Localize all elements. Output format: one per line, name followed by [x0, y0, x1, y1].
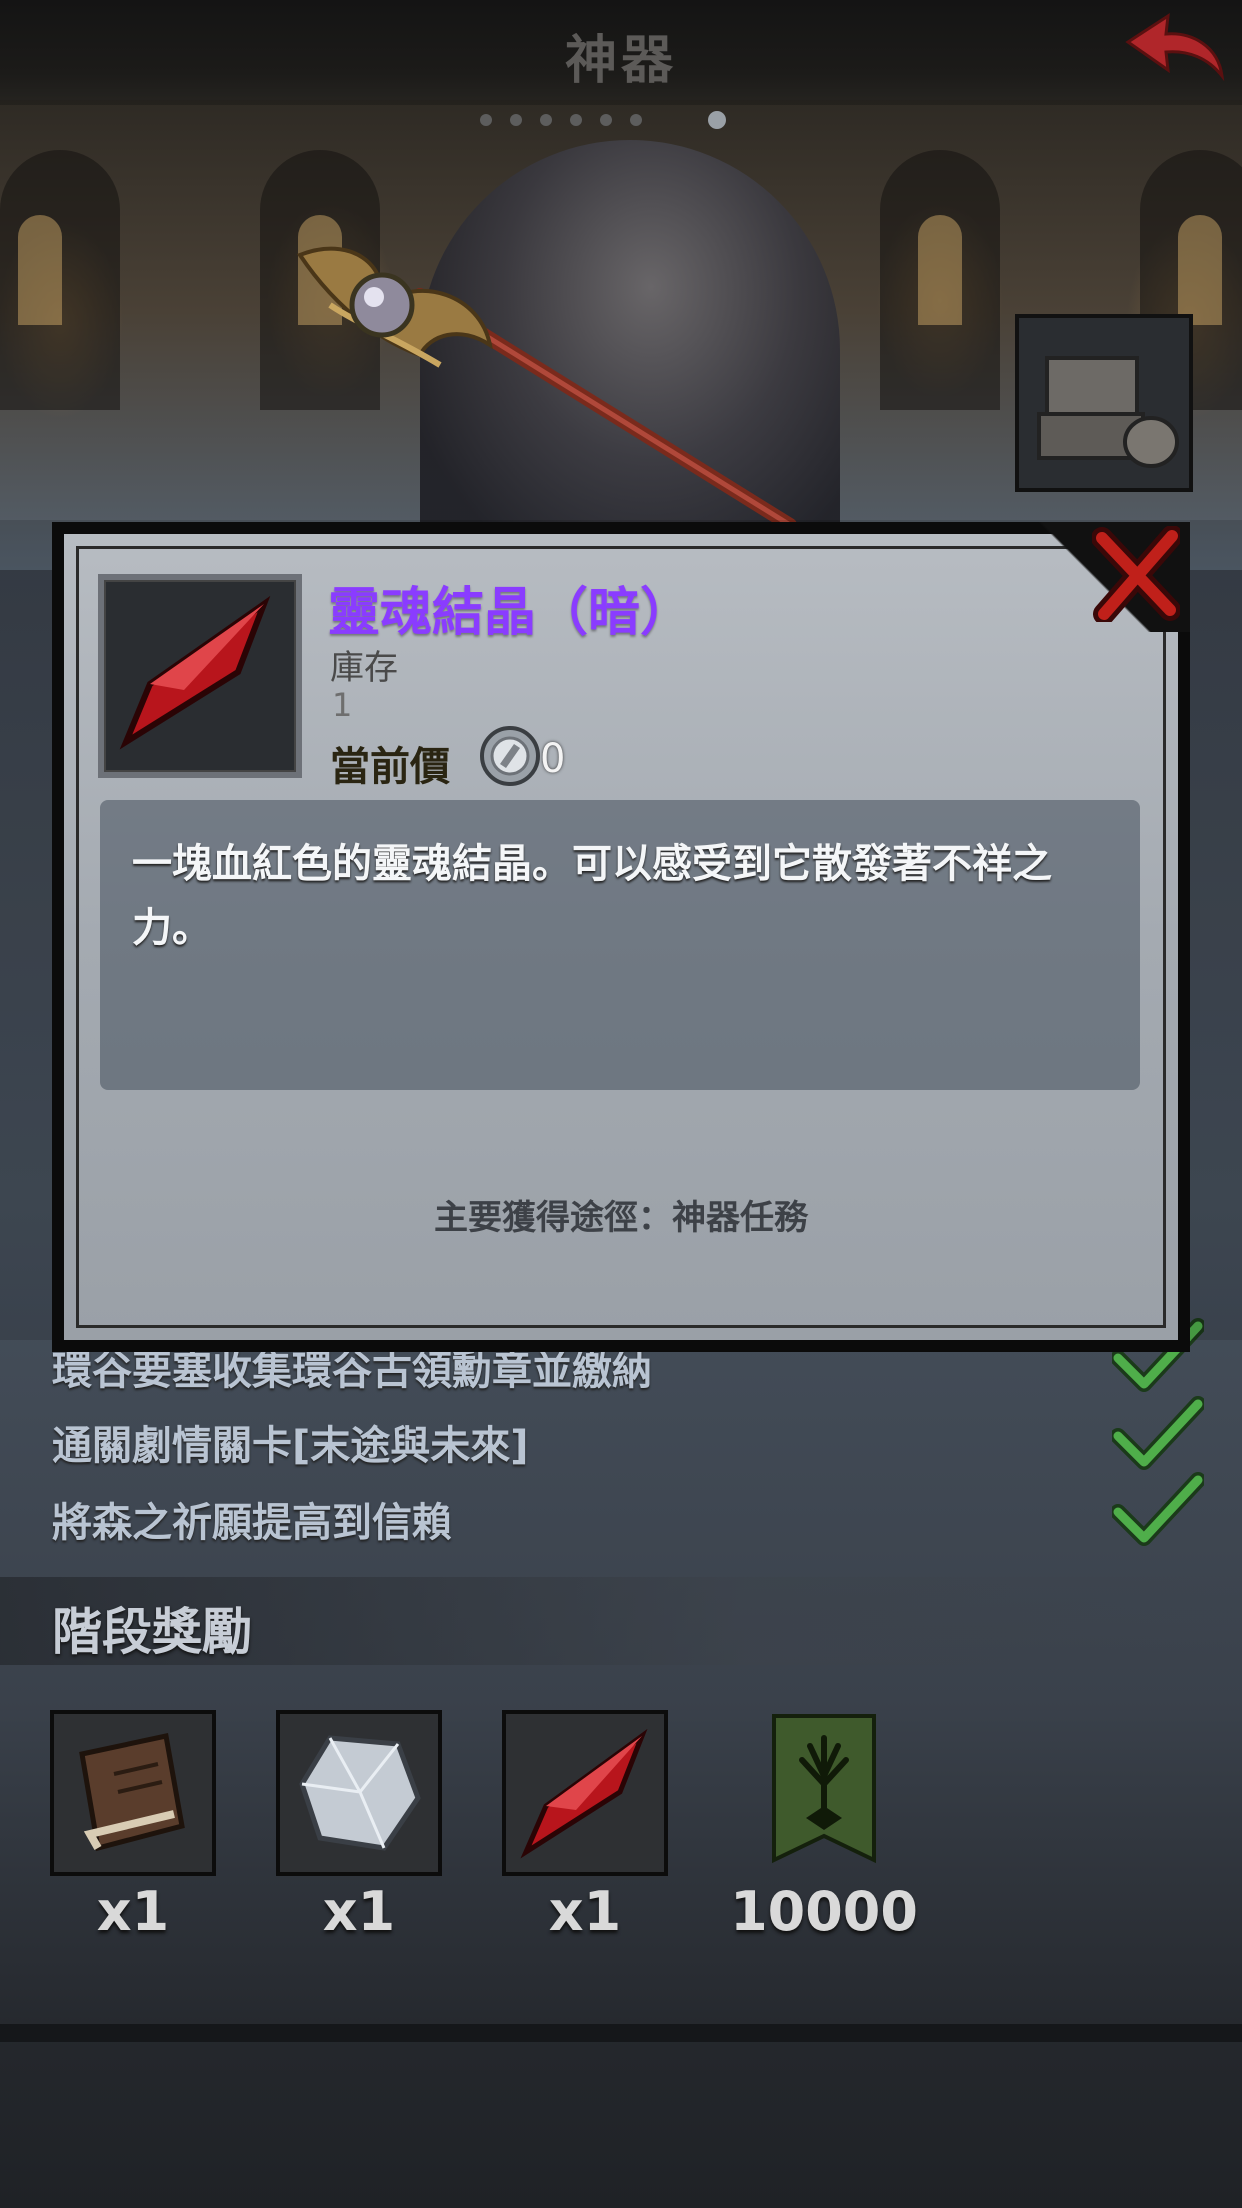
page-dot: [480, 114, 492, 126]
page-dot: [600, 114, 612, 126]
price-value: 0: [540, 736, 566, 782]
hall-window: [18, 215, 62, 325]
page-title: 神器: [564, 31, 677, 91]
reward-count: x1: [322, 1880, 396, 1943]
checkmark-icon: [1112, 1396, 1204, 1470]
bottom-bar: [0, 2024, 1242, 2042]
item-source: 主要獲得途徑：神器任務: [434, 1198, 808, 1238]
item-name: 靈魂結晶（暗）: [328, 583, 693, 643]
checkmark-icon: [1112, 1472, 1204, 1546]
treasure-chest-button[interactable]: [1015, 314, 1193, 492]
back-arrow-icon[interactable]: [1122, 6, 1232, 82]
stock-label: 庫存: [330, 648, 398, 688]
page-dot: [570, 114, 582, 126]
reward-slot[interactable]: [502, 1710, 668, 1876]
tree-banner-icon: [772, 1714, 876, 1864]
leather-book-icon: [79, 1733, 185, 1852]
reward-count: 10000: [730, 1880, 918, 1943]
reward-slot[interactable]: [50, 1710, 216, 1876]
white-crystal-icon: [299, 1735, 421, 1851]
reward-slot[interactable]: [772, 1714, 876, 1864]
artifact-staff-image: [296, 246, 797, 532]
page-dot: [540, 114, 552, 126]
page-dot-active: [708, 111, 726, 129]
condition-text: 將森之祈願提高到信賴: [52, 1500, 452, 1546]
close-icon[interactable]: [1092, 526, 1180, 622]
page-indicator: [470, 108, 730, 132]
rewards-title: 階段獎勵: [52, 1603, 252, 1661]
page-dot: [630, 114, 642, 126]
hall-window: [1178, 215, 1222, 325]
red-crystal-icon: [520, 1728, 648, 1859]
stock-value: 1: [332, 686, 353, 724]
item-description: 一塊血紅色的靈魂結晶。可以感受到它散發著不祥之力。: [132, 841, 1052, 951]
page-dot: [510, 114, 522, 126]
price-label: 當前價: [330, 744, 450, 790]
reward-count: x1: [96, 1880, 170, 1943]
red-crystal-icon: [119, 595, 271, 750]
silver-coin-icon: [480, 726, 540, 786]
reward-slot[interactable]: [276, 1710, 442, 1876]
condition-text: 通關劇情關卡[末途與未來]: [52, 1423, 529, 1469]
reward-count: x1: [548, 1880, 622, 1943]
treasure-chest-icon: [1037, 356, 1179, 468]
hall-window: [918, 215, 962, 325]
item-icon-frame: [98, 574, 302, 778]
